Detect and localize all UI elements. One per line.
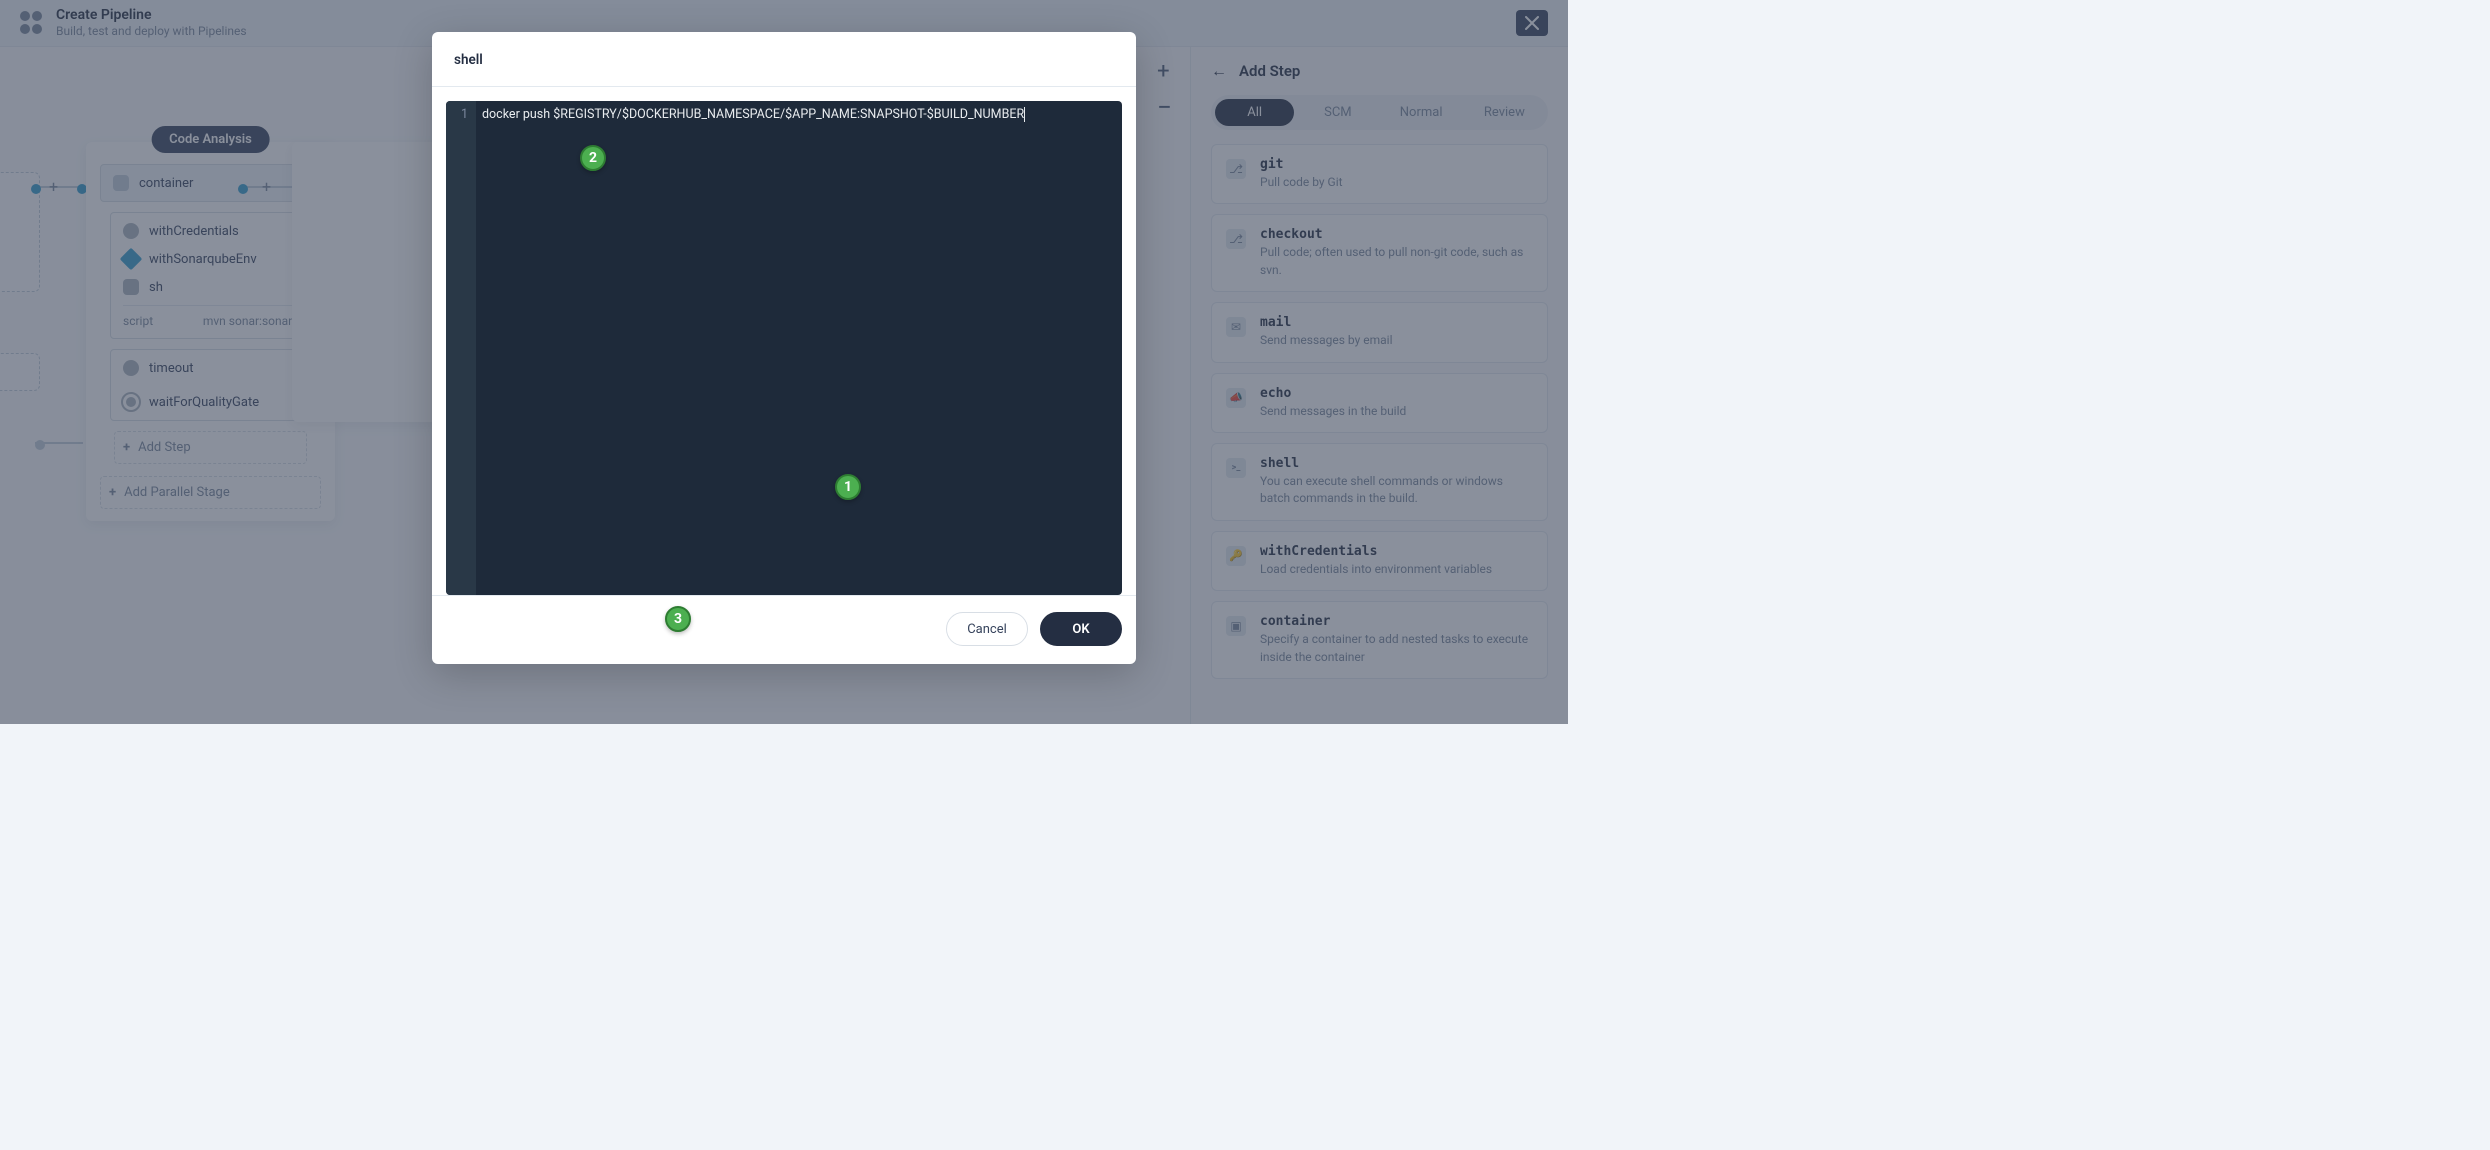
cursor-icon <box>1024 107 1025 122</box>
line-number: 1 <box>446 105 468 125</box>
code-text: docker push $REGISTRY/$DOCKERHUB_NAMESPA… <box>482 107 1024 122</box>
modal-title: shell <box>432 32 1136 87</box>
shell-step-modal: shell 1 docker push $REGISTRY/$DOCKERHUB… <box>432 32 1136 664</box>
editor-content[interactable]: docker push $REGISTRY/$DOCKERHUB_NAMESPA… <box>476 101 1122 595</box>
callout-2: 2 <box>580 145 606 171</box>
editor-gutter: 1 <box>446 101 476 595</box>
cancel-button[interactable]: Cancel <box>946 612 1028 646</box>
shell-code-editor[interactable]: 1 docker push $REGISTRY/$DOCKERHUB_NAMES… <box>446 101 1122 595</box>
callout-3: 3 <box>665 606 691 632</box>
callout-1: 1 <box>835 474 861 500</box>
ok-button[interactable]: OK <box>1040 612 1122 646</box>
